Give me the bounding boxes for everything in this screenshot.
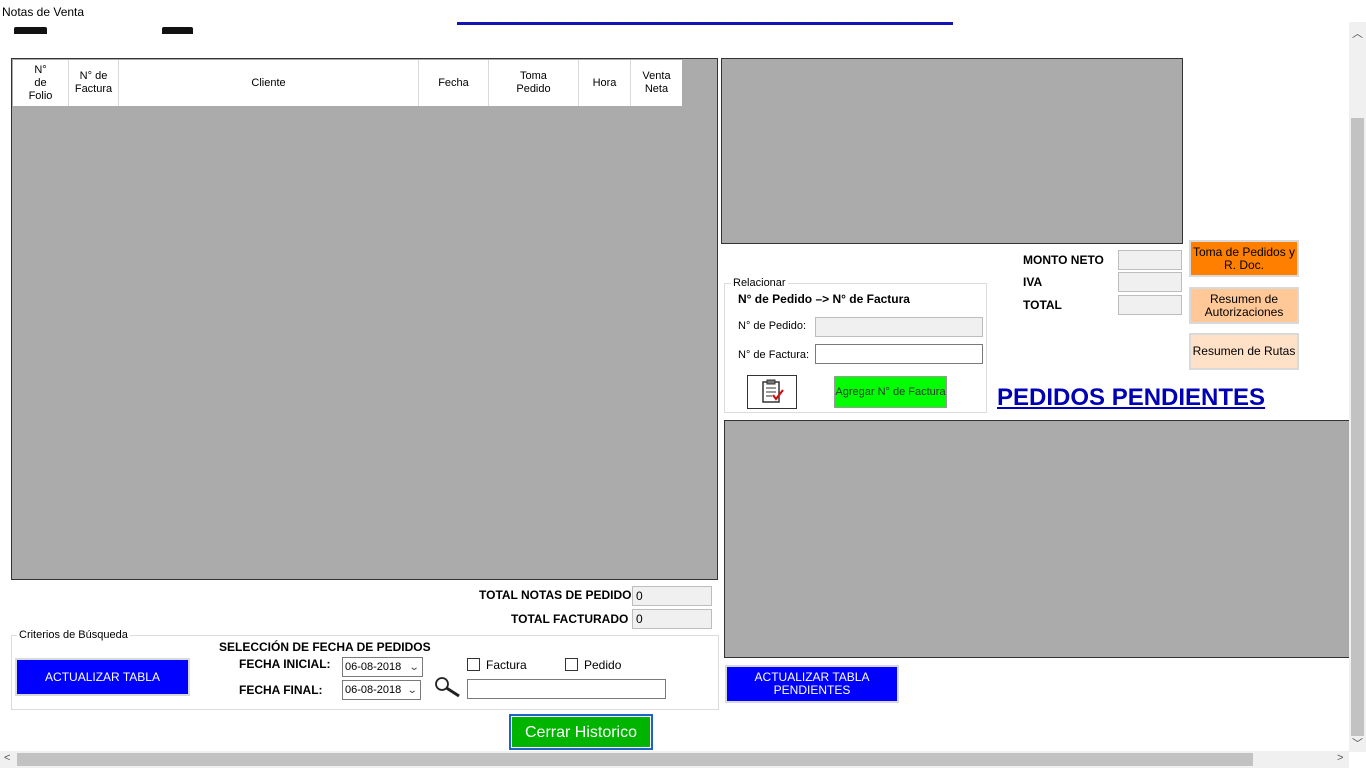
scroll-right-icon[interactable]: > (1337, 752, 1343, 764)
factura-checkbox-label: Factura (486, 658, 527, 672)
criterios-group-title: Criterios de Búsqueda (17, 629, 130, 641)
pedido-number-label: N° de Pedido: (738, 320, 806, 332)
horizontal-scroll-thumb[interactable] (17, 753, 1253, 766)
vertical-scroll-thumb[interactable] (1351, 118, 1364, 736)
monto-neto-field[interactable] (1118, 250, 1182, 270)
monto-neto-label: MONTO NETO (1023, 253, 1104, 267)
resumen-autorizaciones-button[interactable]: Resumen de Autorizaciones (1189, 287, 1299, 324)
total-notas-label: TOTAL NOTAS DE PEDIDO (479, 588, 632, 602)
column-header-factura[interactable]: N° de Factura (69, 60, 119, 106)
actualizar-tabla-button[interactable]: ACTUALIZAR TABLA (15, 658, 190, 696)
column-header-hora[interactable]: Hora (579, 60, 631, 106)
chevron-down-icon: ⌄ (406, 684, 418, 696)
toolbar-tab-2[interactable] (162, 27, 193, 34)
chevron-down-icon: ⌄ (408, 661, 420, 673)
resumen-rutas-button[interactable]: Resumen de Rutas (1189, 333, 1299, 370)
pedido-number-field[interactable] (815, 317, 983, 337)
seleccion-fecha-heading: SELECCIÓN DE FECHA DE PEDIDOS (219, 640, 431, 654)
actualizar-pendientes-button[interactable]: ACTUALIZAR TABLA PENDIENTES (725, 665, 899, 703)
iva-field[interactable] (1118, 272, 1182, 292)
column-header-venta-neta[interactable]: Venta Neta (631, 60, 682, 106)
fecha-inicial-label: FECHA INICIAL: (239, 657, 331, 671)
fecha-final-value: 06-08-2018 (345, 684, 402, 696)
total-field[interactable] (1118, 295, 1182, 315)
agregar-factura-button[interactable]: Agregar N° de Factura (834, 376, 947, 408)
pedidos-pendientes-grid[interactable] (724, 420, 1351, 658)
total-label: TOTAL (1023, 298, 1062, 312)
magnifier-icon[interactable] (434, 676, 462, 701)
cerrar-historico-button[interactable]: Cerrar Historico (509, 714, 653, 750)
total-facturado-label: TOTAL FACTURADO (511, 612, 629, 626)
pedidos-pendientes-heading: PEDIDOS PENDIENTES (997, 384, 1266, 411)
notas-grid[interactable]: N° de Folio N° de Factura Cliente Fecha … (11, 58, 718, 580)
scroll-up-icon[interactable]: ︿ (1352, 25, 1363, 41)
search-input[interactable] (467, 679, 666, 699)
column-header-cliente[interactable]: Cliente (119, 60, 419, 106)
scroll-left-icon[interactable]: < (4, 752, 10, 764)
toma-pedidos-button[interactable]: Toma de Pedidos y R. Doc. (1189, 240, 1299, 277)
header-divider-line (457, 22, 953, 25)
column-header-fecha[interactable]: Fecha (419, 60, 489, 106)
column-header-toma-pedido[interactable]: Toma Pedido (489, 60, 579, 106)
relacionar-heading: N° de Pedido –> N° de Factura (738, 292, 910, 306)
fecha-final-label: FECHA FINAL: (239, 683, 323, 697)
fecha-final-picker[interactable]: 06-08-2018 ⌄ (342, 680, 421, 700)
grid-header: N° de Folio N° de Factura Cliente Fecha … (13, 60, 682, 106)
fecha-inicial-picker[interactable]: 06-08-2018 ⌄ (342, 657, 423, 677)
total-facturado-field[interactable]: 0 (632, 609, 712, 629)
iva-label: IVA (1023, 275, 1043, 289)
pedido-checkbox-label: Pedido (584, 658, 622, 672)
clipboard-check-icon (759, 378, 785, 407)
scroll-down-icon[interactable]: ﹀ (1352, 735, 1363, 751)
toolbar-tab-1[interactable] (14, 27, 47, 34)
relacionar-group-title: Relacionar (731, 277, 788, 289)
total-notas-field[interactable]: 0 (632, 586, 712, 606)
window-title: Notas de Venta (2, 5, 85, 19)
pedido-checkbox[interactable] (565, 658, 578, 671)
fecha-inicial-value: 06-08-2018 (345, 661, 402, 673)
detalle-grid[interactable] (721, 58, 1183, 244)
factura-checkbox[interactable] (467, 658, 480, 671)
clipboard-check-button[interactable] (747, 375, 797, 409)
factura-number-label: N° de Factura: (738, 349, 810, 361)
factura-number-input[interactable] (815, 344, 983, 364)
column-header-folio[interactable]: N° de Folio (13, 60, 69, 106)
